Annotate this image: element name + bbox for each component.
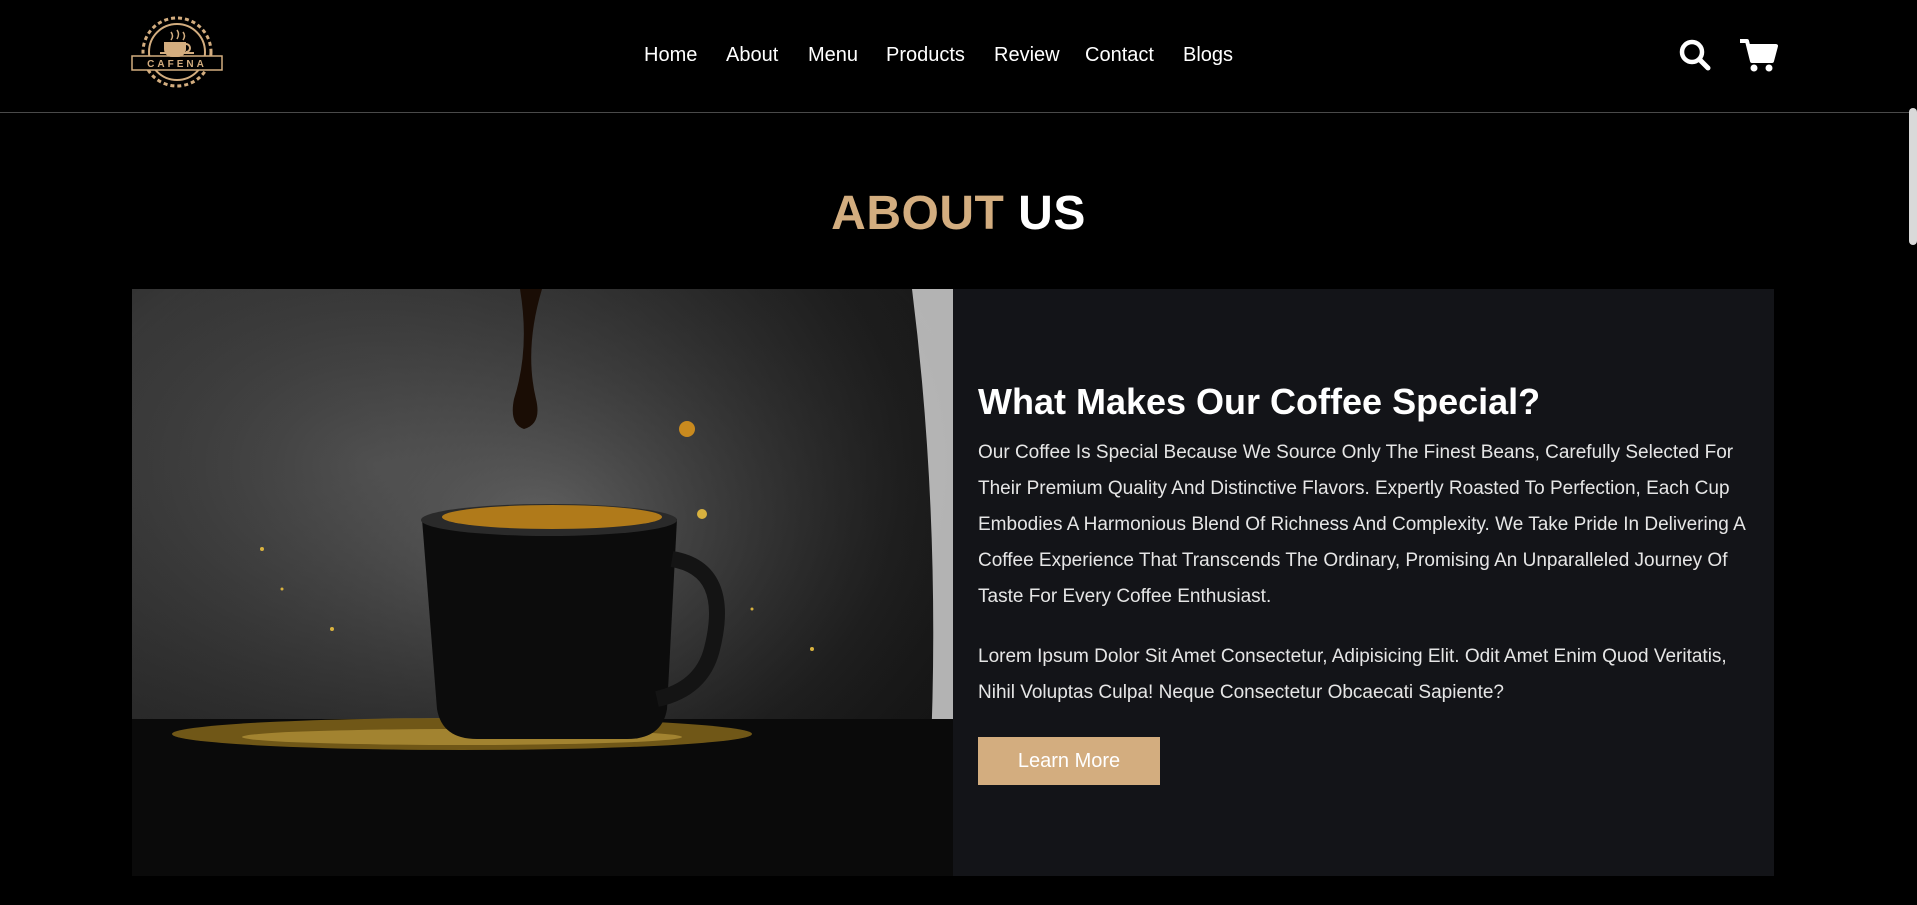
coffee-cup-image (132, 289, 953, 876)
nav-blogs[interactable]: Blogs (1183, 42, 1233, 68)
nav-home[interactable]: Home (644, 42, 697, 68)
about-paragraph-1: Our Coffee Is Special Because We Source … (978, 442, 1745, 607)
cart-icon (1740, 39, 1778, 72)
page: CAFENA Home About Menu Products Review C… (0, 0, 1917, 905)
search-button[interactable] (1675, 35, 1715, 75)
cart-button[interactable] (1737, 35, 1778, 75)
section-title-accent: ABOUT (831, 187, 1005, 240)
nav-products[interactable]: Products (886, 42, 965, 68)
about-paragraph-2: Lorem Ipsum Dolor Sit Amet Consectetur, … (978, 646, 1727, 703)
about-card: What Makes Our Coffee Special? Our Coffe… (132, 289, 1774, 876)
nav-menu[interactable]: Menu (808, 42, 858, 68)
site-header: CAFENA Home About Menu Products Review C… (0, 0, 1917, 113)
section-title-rest: US (1018, 187, 1086, 240)
nav-about[interactable]: About (726, 42, 778, 68)
about-heading: What Makes Our Coffee Special? (978, 381, 1541, 422)
main-nav: Home About Menu Products Review Contact … (0, 42, 1917, 68)
section-title: ABOUT US (0, 186, 1917, 242)
about-content: What Makes Our Coffee Special? Our Coffe… (978, 379, 1748, 785)
search-icon (1679, 39, 1711, 71)
nav-contact[interactable]: Contact (1085, 42, 1154, 68)
nav-review[interactable]: Review (994, 42, 1060, 68)
learn-more-button[interactable]: Learn More (978, 737, 1160, 785)
